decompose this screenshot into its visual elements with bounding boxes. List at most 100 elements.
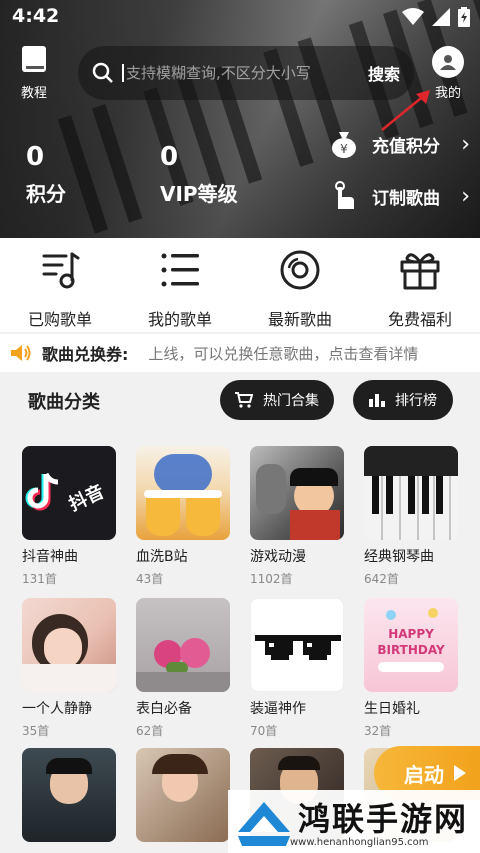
category-card[interactable]: 游戏动漫 1102首 <box>250 446 344 587</box>
category-count: 131首 <box>22 572 57 586</box>
category-thumbnail <box>136 446 230 540</box>
category-thumbnail <box>250 446 344 540</box>
bar-chart-icon <box>369 394 385 407</box>
money-bag-icon: ¥ <box>332 132 356 158</box>
category-thumbnail <box>136 598 230 692</box>
disc-icon <box>280 250 320 290</box>
notice-bar[interactable]: 歌曲兑换券: 上线，可以兑换任意歌曲，点击查看详情 <box>0 334 480 372</box>
category-card[interactable]: HAPPY BIRTHDAY 生日婚礼 32首 <box>364 598 458 739</box>
status-time: 4:42 <box>12 5 60 27</box>
status-bar: 4:42 <box>0 0 480 34</box>
quicknav-label: 我的歌单 <box>147 310 212 329</box>
tutorial-button[interactable]: 教程 <box>14 44 54 101</box>
watermark-title: 鸿联手游网 <box>298 800 469 838</box>
quicknav-label: 最新歌曲 <box>267 310 332 329</box>
category-name: 表白必备 <box>136 701 192 717</box>
battery-icon <box>458 7 470 27</box>
cart-icon <box>235 392 253 408</box>
speaker-icon <box>11 345 31 361</box>
category-name: 血洗B站 <box>136 549 188 565</box>
custom-song-button[interactable]: 订制歌曲 › <box>330 180 470 212</box>
chevron-right-icon: › <box>461 183 470 209</box>
music-list-icon <box>42 252 80 289</box>
avatar <box>432 46 464 78</box>
watermark-logo-icon <box>238 802 290 846</box>
category-thumbnail <box>364 446 458 540</box>
quicknav-label: 已购歌单 <box>27 310 92 329</box>
category-count: 70首 <box>250 724 278 738</box>
category-thumbnail: HAPPY BIRTHDAY <box>364 598 458 692</box>
pixel-sunglasses-icon <box>255 635 341 660</box>
quicknav-free-benefits[interactable]: 免费福利 <box>360 238 480 332</box>
mine-label: 我的 <box>434 86 461 101</box>
category-section-title: 歌曲分类 <box>28 392 100 413</box>
category-count: 35首 <box>22 724 50 738</box>
category-card[interactable] <box>136 748 230 842</box>
category-name: 生日婚礼 <box>364 701 420 717</box>
gift-icon <box>400 253 440 290</box>
hot-collection-button[interactable]: 热门合集 <box>220 380 334 420</box>
search-icon <box>92 62 113 83</box>
custom-song-label: 订制歌曲 <box>372 188 440 209</box>
category-name: 抖音神曲 <box>22 549 78 565</box>
svg-text:¥: ¥ <box>340 142 348 156</box>
points-label: 积分 <box>26 182 66 206</box>
birthday-text: HAPPY BIRTHDAY <box>377 627 445 657</box>
points-value: 0 <box>26 142 45 172</box>
quicknav-new-songs[interactable]: 最新歌曲 <box>240 238 360 332</box>
category-card[interactable]: 表白必备 62首 <box>136 598 230 739</box>
category-card[interactable]: 抖音 抖音神曲 131首 <box>22 446 116 587</box>
category-thumbnail <box>136 748 230 842</box>
hot-collection-label: 热门合集 <box>263 393 319 409</box>
vip-value: 0 <box>160 142 179 172</box>
quicknav-my-playlists[interactable]: 我的歌单 <box>120 238 240 332</box>
category-name: 装逼神作 <box>250 701 306 717</box>
category-count: 43首 <box>136 572 164 586</box>
recharge-label: 充值积分 <box>372 136 440 157</box>
category-name: 游戏动漫 <box>250 549 306 565</box>
category-thumbnail <box>22 598 116 692</box>
user-icon <box>440 55 456 70</box>
play-triangle-icon <box>454 765 466 781</box>
vip-stat[interactable]: 0 VIP等级 <box>160 142 238 207</box>
category-card[interactable]: 一个人静静 35首 <box>22 598 116 739</box>
category-count: 1102首 <box>250 572 293 586</box>
category-card[interactable] <box>22 748 116 842</box>
launch-label: 启动 <box>404 762 444 787</box>
vip-label: VIP等级 <box>160 182 238 206</box>
search-button[interactable]: 搜索 <box>368 61 400 85</box>
search-bar[interactable]: 搜索 <box>78 46 414 100</box>
book-icon <box>22 46 46 72</box>
category-card[interactable]: 血洗B站 43首 <box>136 446 230 587</box>
category-card[interactable]: 经典钢琴曲 642首 <box>364 446 458 587</box>
quicknav-label: 免费福利 <box>387 310 452 329</box>
category-card[interactable]: 装逼神作 70首 <box>250 598 344 739</box>
category-name: 经典钢琴曲 <box>364 549 434 565</box>
category-thumbnail: 抖音 <box>22 446 116 540</box>
ranking-button[interactable]: 排行榜 <box>353 380 453 420</box>
quick-nav: 已购歌单 我的歌单 最新歌曲 免费福利 <box>0 238 480 332</box>
category-name: 一个人静静 <box>22 701 92 717</box>
tap-hand-icon <box>335 181 354 209</box>
category-thumbnail <box>22 748 116 842</box>
search-input[interactable] <box>122 64 360 82</box>
category-thumbnail <box>250 598 344 692</box>
tutorial-label: 教程 <box>20 86 47 101</box>
notice-message: 上线，可以兑换任意歌曲，点击查看详情 <box>148 344 419 363</box>
list-icon <box>161 253 199 287</box>
recharge-button[interactable]: ¥ 充值积分 › <box>330 128 470 160</box>
mine-button[interactable]: 我的 <box>428 46 468 101</box>
watermark-url: www.henanhonglian95.com <box>290 837 429 848</box>
wifi-icon <box>402 8 424 25</box>
category-header: 歌曲分类 热门合集 排行榜 <box>0 376 480 428</box>
chevron-right-icon: › <box>461 131 470 157</box>
ranking-label: 排行榜 <box>395 393 437 409</box>
notice-title: 歌曲兑换券: <box>42 345 129 364</box>
category-count: 642首 <box>364 572 399 586</box>
category-count: 62首 <box>136 724 164 738</box>
signal-icon <box>432 8 450 26</box>
quicknav-purchased-playlists[interactable]: 已购歌单 <box>0 238 120 332</box>
points-stat[interactable]: 0 积分 <box>26 142 66 207</box>
red-arrow-annotation <box>381 90 430 131</box>
piano-keys-illustration <box>364 446 458 540</box>
